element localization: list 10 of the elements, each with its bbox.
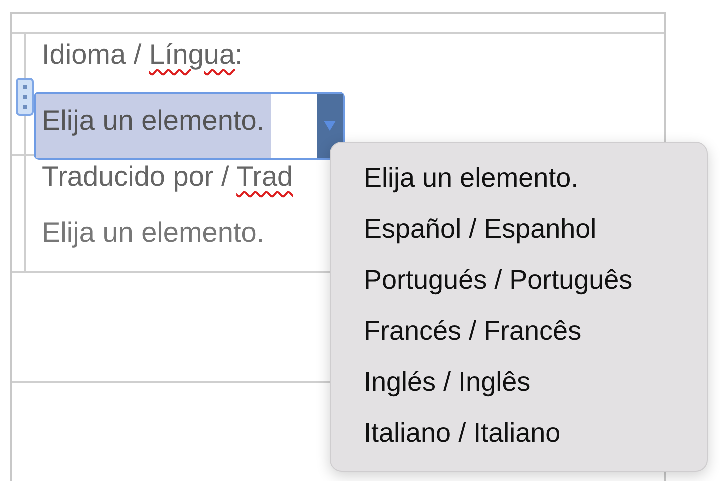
- menu-option[interactable]: Italiano / Italiano: [331, 408, 707, 459]
- menu-option[interactable]: Inglés / Inglês: [331, 357, 707, 408]
- field-label: Idioma / Língua:: [42, 38, 243, 72]
- dropdown-field[interactable]: Elija un elemento.: [34, 92, 345, 160]
- drag-handle[interactable]: [16, 78, 34, 116]
- menu-option[interactable]: Francés / Francês: [331, 306, 707, 357]
- field-label: Traducido por / Trad: [42, 160, 294, 194]
- menu-option[interactable]: Español / Espanhol: [331, 204, 707, 255]
- menu-option[interactable]: Portugués / Português: [331, 255, 707, 306]
- dropdown-arrow-icon[interactable]: [324, 121, 336, 131]
